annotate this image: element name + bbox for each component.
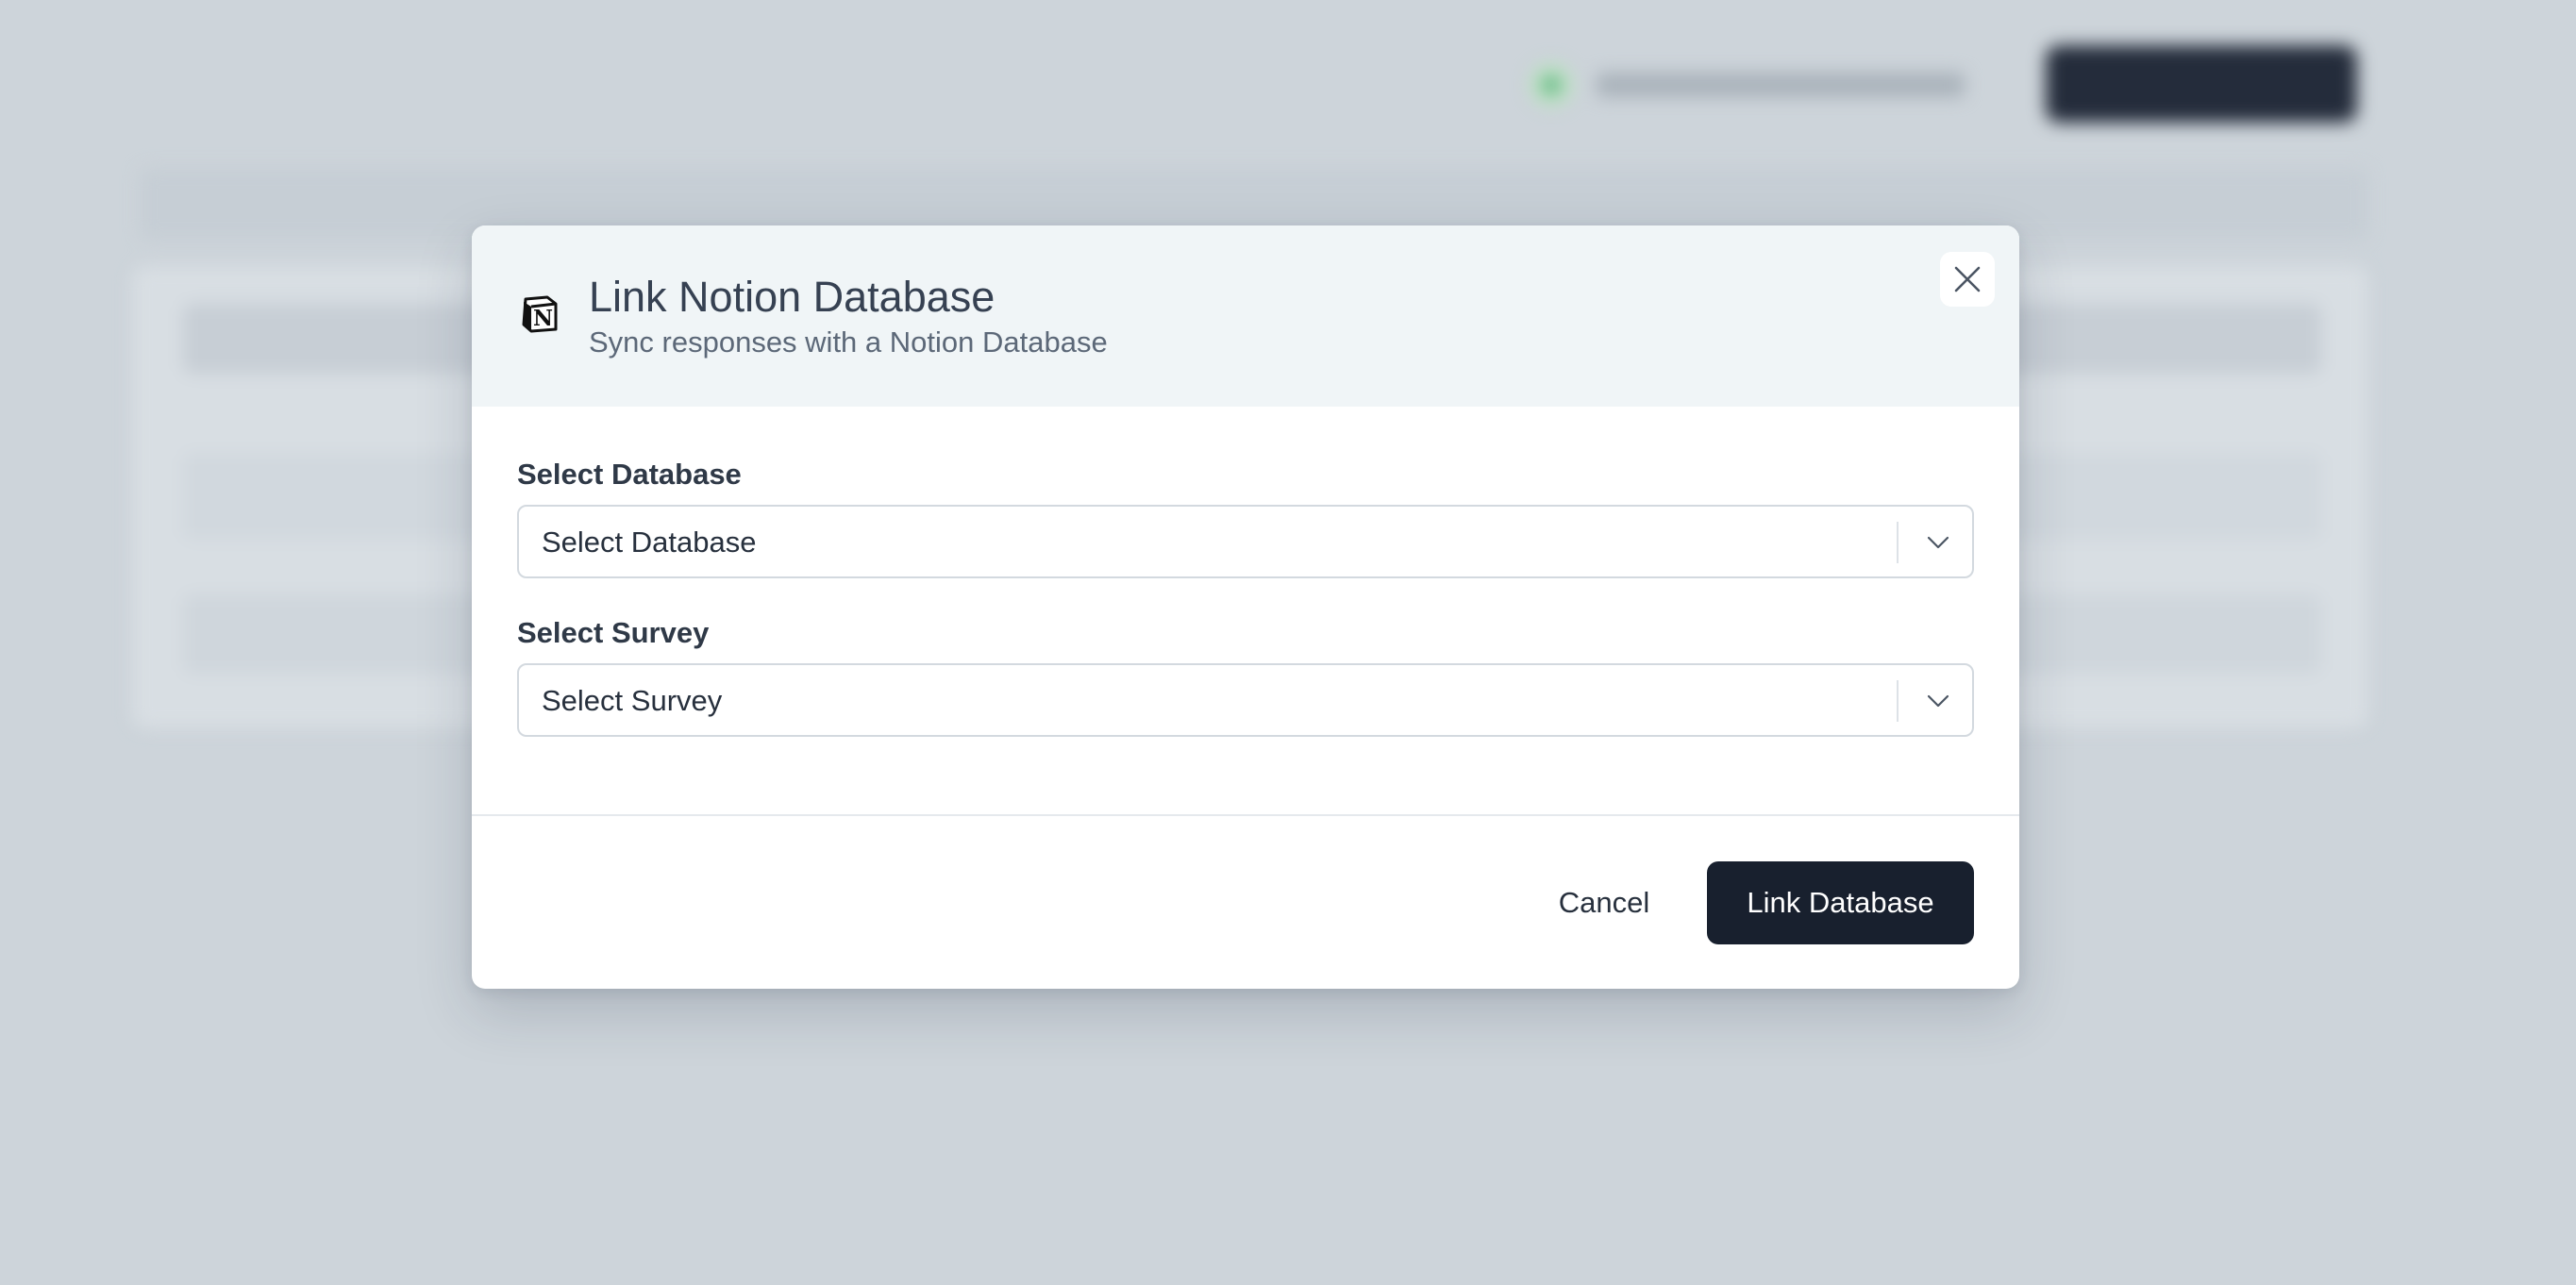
select-database-value: Select Database [542, 524, 756, 561]
close-icon [1953, 265, 1982, 293]
select-database-dropdown[interactable]: Select Database [517, 505, 1974, 578]
modal-title: Link Notion Database [589, 271, 995, 324]
close-button[interactable] [1940, 252, 1995, 307]
status-dot-icon [1529, 62, 1574, 108]
select-database-label: Select Database [517, 456, 742, 493]
select-survey-label: Select Survey [517, 614, 709, 652]
chevron-down-icon[interactable] [1923, 527, 1953, 558]
svg-text:N: N [533, 306, 553, 331]
select-survey-dropdown[interactable]: Select Survey [517, 663, 1974, 737]
background-status-text-placeholder [1597, 73, 1965, 97]
chevron-down-icon[interactable] [1923, 686, 1953, 716]
notion-logo-icon: N [517, 292, 562, 337]
select-survey-value: Select Survey [542, 682, 722, 720]
cancel-button[interactable]: Cancel [1527, 861, 1681, 944]
link-notion-database-modal: N Link Notion Database Sync responses wi… [472, 225, 2019, 989]
footer-divider [472, 814, 2019, 816]
page: N Link Notion Database Sync responses wi… [0, 0, 2576, 1285]
dropdown-separator [1897, 522, 1899, 563]
dropdown-separator [1897, 680, 1899, 722]
link-database-button[interactable]: Link Database [1707, 861, 1974, 944]
modal-header: N Link Notion Database Sync responses wi… [472, 225, 2019, 407]
background-primary-button [2046, 45, 2357, 123]
background-status-indicator [1529, 57, 1965, 113]
modal-subtitle: Sync responses with a Notion Database [589, 324, 1108, 361]
